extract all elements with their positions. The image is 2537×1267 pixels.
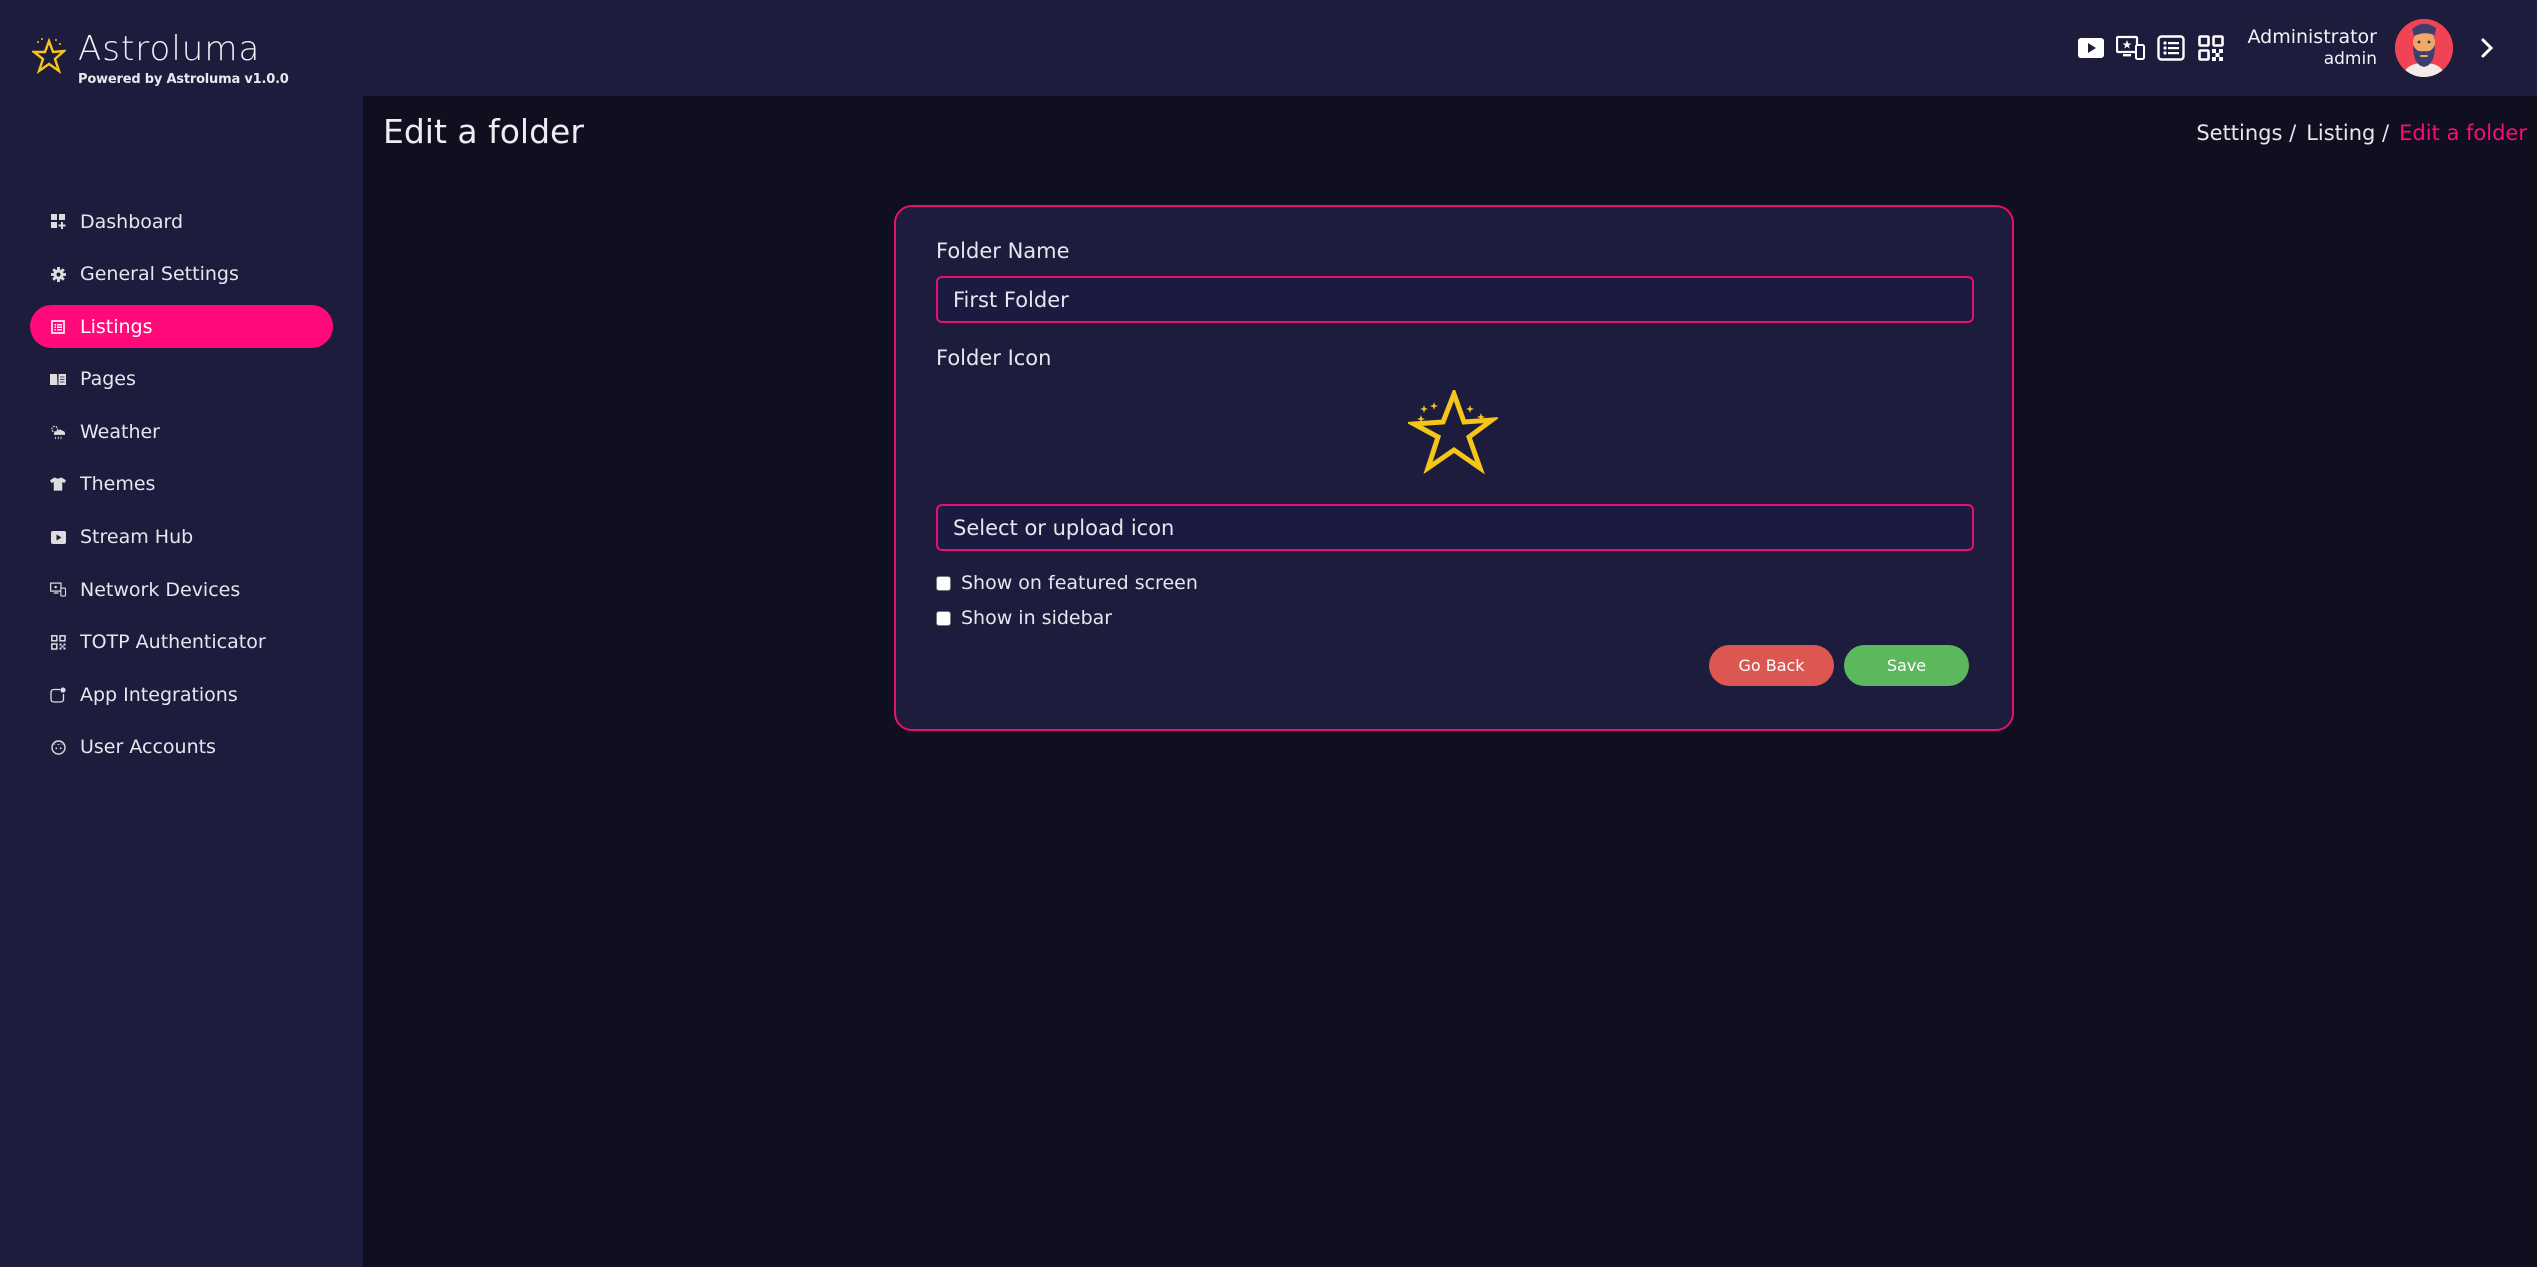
sidebar-option: Show in sidebar — [936, 607, 1112, 629]
save-button[interactable]: Save — [1844, 645, 1969, 686]
go-back-button[interactable]: Go Back — [1709, 645, 1834, 686]
show-in-sidebar-checkbox[interactable] — [936, 610, 951, 626]
user-info[interactable]: Administrator admin — [2247, 26, 2377, 70]
featured-screen-checkbox[interactable] — [936, 575, 951, 591]
brand-name: Astroluma — [78, 29, 261, 69]
folder-icon-label: Folder Icon — [936, 346, 1052, 370]
devices-icon — [50, 582, 66, 598]
sidebar-item-totp-authenticator[interactable]: TOTP Authenticator — [30, 621, 333, 664]
gear-icon — [50, 266, 66, 282]
network-devices-icon[interactable] — [2115, 32, 2147, 64]
sidebar-item-network-devices[interactable]: Network Devices — [30, 568, 333, 611]
listings-icon[interactable] — [2155, 32, 2187, 64]
top-bar: Astroluma Powered by Astroluma v1.0.0 Ad… — [0, 0, 2537, 96]
qr-code-icon[interactable] — [2195, 32, 2227, 64]
sidebar-item-app-integrations[interactable]: App Integrations — [30, 673, 333, 716]
star-logo-icon — [32, 37, 66, 74]
book-icon — [50, 371, 66, 387]
featured-screen-option: Show on featured screen — [936, 572, 1198, 594]
show-in-sidebar-label[interactable]: Show in sidebar — [961, 607, 1112, 629]
edit-folder-form: Folder Name Folder Icon Show on featured… — [894, 205, 2014, 731]
dashboard-icon — [50, 214, 66, 230]
sidebar-item-label: General Settings — [80, 263, 239, 286]
folder-name-input[interactable] — [936, 276, 1974, 323]
list-icon — [50, 319, 66, 335]
qr-code-icon — [50, 634, 66, 650]
stream-hub-icon[interactable] — [2075, 32, 2107, 64]
app-integration-icon — [50, 687, 66, 703]
sidebar-nav: Dashboard General Settings Listings Page… — [30, 200, 333, 779]
sidebar-item-listings[interactable]: Listings — [30, 305, 333, 349]
play-icon — [50, 529, 66, 545]
sidebar-item-dashboard[interactable]: Dashboard — [30, 200, 333, 243]
sidebar-item-pages[interactable]: Pages — [30, 358, 333, 401]
sidebar-item-label: Network Devices — [80, 578, 241, 601]
chevron-right-icon[interactable] — [2475, 32, 2499, 64]
sidebar-item-label: Stream Hub — [80, 526, 194, 549]
page-title: Edit a folder — [383, 112, 584, 151]
sidebar-item-label: App Integrations — [80, 683, 238, 706]
sidebar-item-weather[interactable]: Weather — [30, 410, 333, 453]
breadcrumb-listing[interactable]: Listing / — [2306, 121, 2389, 145]
sidebar-item-themes[interactable]: Themes — [30, 463, 333, 506]
breadcrumb-settings[interactable]: Settings / — [2196, 121, 2296, 145]
brand-subtitle: Powered by Astroluma v1.0.0 — [78, 72, 289, 87]
sidebar-item-label: TOTP Authenticator — [80, 631, 266, 654]
featured-screen-label[interactable]: Show on featured screen — [961, 572, 1198, 594]
avatar[interactable] — [2395, 19, 2453, 77]
sidebar-item-label: Themes — [80, 473, 156, 496]
sidebar-item-user-accounts[interactable]: User Accounts — [30, 726, 333, 769]
weather-icon — [50, 424, 66, 440]
user-face-icon — [50, 739, 66, 755]
icon-select-input[interactable] — [936, 504, 1974, 551]
sidebar-item-label: User Accounts — [80, 736, 216, 759]
folder-name-label: Folder Name — [936, 239, 1070, 263]
sidebar-item-label: Listings — [80, 315, 153, 338]
sidebar-item-label: Weather — [80, 420, 160, 443]
sidebar-item-label: Pages — [80, 368, 136, 391]
breadcrumb-current: Edit a folder — [2399, 121, 2527, 145]
brand-logo[interactable]: Astroluma Powered by Astroluma v1.0.0 — [32, 30, 289, 87]
sidebar-item-stream-hub[interactable]: Stream Hub — [30, 516, 333, 559]
user-name: Administrator — [2247, 26, 2377, 48]
star-icon — [1408, 390, 1498, 475]
breadcrumb: Settings / Listing / Edit a folder — [2196, 121, 2527, 145]
user-role: admin — [2323, 49, 2377, 69]
tshirt-icon — [50, 476, 66, 492]
sidebar-item-general-settings[interactable]: General Settings — [30, 253, 333, 296]
sidebar-item-label: Dashboard — [80, 210, 184, 233]
